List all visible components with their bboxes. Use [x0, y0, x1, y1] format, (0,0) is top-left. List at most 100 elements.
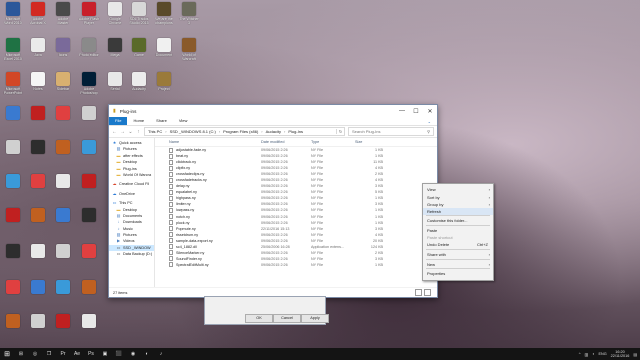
context-menu-item[interactable]: Paste: [423, 227, 493, 234]
breadcrumb-audacity[interactable]: Audacity: [266, 129, 281, 134]
desktop-shortcut[interactable]: [27, 280, 49, 295]
context-menu-item[interactable]: Properties: [423, 270, 493, 277]
context-menu-item[interactable]: Sort by ›: [423, 194, 493, 201]
desktop-shortcut[interactable]: [2, 140, 24, 155]
search-input[interactable]: [352, 129, 418, 134]
taskbar-app-icon[interactable]: Pr: [56, 348, 70, 360]
desktop-shortcut[interactable]: [78, 208, 100, 223]
refresh-icon[interactable]: ↻: [336, 129, 344, 134]
desktop-shortcut[interactable]: Notes: [27, 72, 49, 91]
breadcrumb-this-pc[interactable]: This PC: [148, 129, 162, 134]
network-icon[interactable]: ▥: [585, 352, 589, 357]
ok-button[interactable]: OK: [245, 314, 273, 323]
taskbar-app-icon[interactable]: ◎: [28, 348, 42, 360]
breadcrumb-plug-ins[interactable]: Plug-Ins: [288, 129, 303, 134]
desktop-shortcut[interactable]: [52, 208, 74, 223]
desktop-shortcut[interactable]: World of Warcraft: [178, 38, 200, 61]
close-button[interactable]: ✕: [423, 108, 437, 115]
tab-share[interactable]: Share: [150, 117, 173, 125]
tray-up-arrow-icon[interactable]: ^: [579, 352, 581, 356]
desktop-shortcut[interactable]: Audacity: [128, 72, 150, 91]
desktop-shortcut[interactable]: The Witcher 3: [178, 2, 200, 25]
desktop-shortcut[interactable]: [27, 244, 49, 259]
desktop-shortcut[interactable]: [2, 208, 24, 223]
desktop-shortcut[interactable]: Game: [128, 38, 150, 57]
volume-icon[interactable]: ◖: [592, 352, 594, 356]
desktop-shortcut[interactable]: [27, 174, 49, 189]
tab-file[interactable]: File: [109, 117, 128, 125]
desktop-shortcut[interactable]: Sidebar: [52, 72, 74, 91]
context-menu-item[interactable]: Share with ›: [423, 251, 493, 258]
taskbar-app-icon[interactable]: ⊞: [14, 348, 28, 360]
desktop-shortcut[interactable]: [2, 106, 24, 121]
nav-item[interactable]: ▬ World Of Warcra: [109, 172, 154, 178]
ribbon-expand-icon[interactable]: ⌄: [428, 119, 431, 124]
cancel-button[interactable]: Cancel: [273, 314, 301, 323]
desktop-shortcut[interactable]: SDL Trados Studio 2015: [128, 2, 150, 25]
taskbar-app-icon[interactable]: ♪: [154, 348, 168, 360]
desktop-shortcut[interactable]: [78, 280, 100, 295]
desktop-shortcut[interactable]: Project: [153, 72, 175, 91]
desktop-shortcut[interactable]: Microsoft Excel 2010: [2, 38, 24, 61]
desktop-shortcut[interactable]: Adobe Acrobat X Pro: [27, 2, 49, 25]
desktop-shortcut[interactable]: Google Chrome: [104, 2, 126, 25]
tab-view[interactable]: View: [173, 117, 194, 125]
desktop-shortcut[interactable]: [52, 314, 74, 329]
nav-item[interactable]: ▭ Data Backup (D:): [109, 251, 154, 257]
taskbar-app-icon[interactable]: ▣: [98, 348, 112, 360]
desktop-shortcut[interactable]: [2, 280, 24, 295]
desktop-shortcut[interactable]: [52, 244, 74, 259]
details-view-icon[interactable]: [415, 289, 422, 296]
desktop-shortcut[interactable]: [27, 314, 49, 329]
desktop-shortcut[interactable]: [52, 140, 74, 155]
desktop-shortcut[interactable]: We are the champions: [153, 2, 175, 25]
desktop-shortcut[interactable]: [2, 174, 24, 189]
clock[interactable]: 16:20 22/11/2016: [611, 350, 630, 358]
taskbar-app-icon[interactable]: ⬛: [112, 348, 126, 360]
desktop-shortcut[interactable]: Java: [27, 38, 49, 57]
desktop-shortcut[interactable]: Document: [153, 38, 175, 57]
desktop-shortcut[interactable]: [2, 314, 24, 329]
desktop-shortcut[interactable]: [52, 106, 74, 121]
search-box[interactable]: ⚲: [348, 127, 434, 136]
maximize-button[interactable]: ☐: [409, 108, 423, 115]
taskbar-app-icon[interactable]: ❐: [42, 348, 56, 360]
recent-locations-icon[interactable]: ⌄: [128, 129, 133, 135]
back-arrow-icon[interactable]: ←: [112, 129, 117, 135]
context-menu-item[interactable]: Undo Delete Ctrl+Z: [423, 241, 493, 248]
minimize-button[interactable]: —: [395, 108, 409, 114]
context-menu-item[interactable]: Customise this folder...: [423, 217, 493, 224]
desktop-shortcut[interactable]: Adobe Flash Player: [78, 2, 100, 25]
desktop-shortcut[interactable]: Icons: [52, 38, 74, 57]
breadcrumb-drive[interactable]: SSD _WINDOWS 8.1 (C:): [170, 129, 216, 134]
desktop-shortcut[interactable]: [78, 106, 100, 121]
taskbar-app-icon[interactable]: Ps: [84, 348, 98, 360]
desktop-shortcut[interactable]: [2, 244, 24, 259]
column-header-type[interactable]: Type: [311, 140, 355, 144]
taskbar-app-icon[interactable]: ◉: [126, 348, 140, 360]
table-row[interactable]: SpectralEditMulti.ny 09/06/2015 2:26 NY Fi…: [155, 262, 437, 268]
context-menu-item[interactable]: New ›: [423, 261, 493, 268]
taskbar-app-icon[interactable]: ◐: [140, 348, 154, 360]
desktop-shortcut[interactable]: [78, 314, 100, 329]
column-header-name[interactable]: Name: [155, 140, 261, 144]
tab-home[interactable]: Home: [127, 117, 150, 125]
address-bar[interactable]: This PC › SSD _WINDOWS 8.1 (C:) › Progra…: [144, 127, 345, 136]
desktop-shortcut[interactable]: [78, 140, 100, 155]
desktop-shortcut[interactable]: [27, 140, 49, 155]
desktop-shortcut[interactable]: Adobe Master Collection: [52, 2, 74, 25]
desktop-shortcut[interactable]: [78, 244, 100, 259]
desktop-shortcut[interactable]: [52, 174, 74, 189]
context-menu-item[interactable]: View ›: [423, 186, 493, 193]
nav-item[interactable]: ☁ Creative Cloud Fil: [109, 181, 154, 187]
desktop-shortcut[interactable]: [27, 106, 49, 121]
desktop-shortcut[interactable]: Mega: [104, 38, 126, 57]
desktop-shortcut[interactable]: [78, 174, 100, 189]
column-header-size[interactable]: Size: [355, 140, 395, 144]
large-icons-view-icon[interactable]: [424, 289, 431, 296]
breadcrumb-program-files[interactable]: Program Files (x86): [223, 129, 258, 134]
context-menu-item[interactable]: Group by ›: [423, 201, 493, 208]
desktop-shortcut[interactable]: Photo editor: [78, 38, 100, 57]
taskbar-app-icon[interactable]: Ae: [70, 348, 84, 360]
forward-arrow-icon[interactable]: →: [120, 129, 125, 135]
